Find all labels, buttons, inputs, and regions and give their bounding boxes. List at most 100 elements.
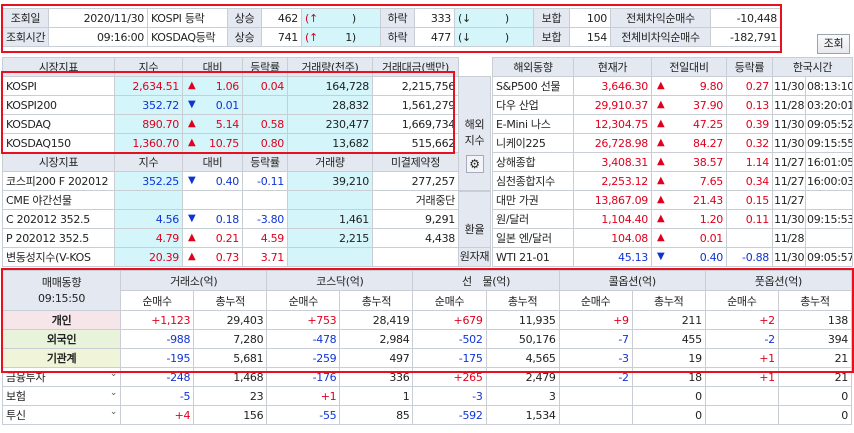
overseas-index-tab[interactable]: 해외지수 ⚙ bbox=[458, 76, 491, 191]
chevron-down-icon[interactable]: ⌄ bbox=[110, 388, 118, 398]
up-triangle-icon: ▲ bbox=[188, 79, 196, 91]
up-triangle-icon: ▲ bbox=[657, 136, 665, 148]
market-row[interactable]: CME 야간선물 거래중단 bbox=[2, 190, 459, 210]
trend-row[interactable]: 투신 ⌄ +4 156 -55 85 -592 1,534 0 0 bbox=[1, 405, 853, 425]
overseas-change: ▲ 1.20 bbox=[651, 209, 727, 229]
market-amount: 2,215,756 bbox=[372, 76, 459, 96]
gear-icon[interactable]: ⚙ bbox=[465, 155, 484, 173]
overseas-row[interactable]: E-Mini 나스 12,304.75 ▲ 47.25 0.39 11/30 09:05:5… bbox=[492, 114, 853, 134]
overseas-change: ▼ 0.40 bbox=[651, 247, 727, 267]
change-value: 0.73 bbox=[215, 250, 240, 264]
overseas-date: 11/30 bbox=[772, 76, 806, 96]
overseas-change: ▲ 37.90 bbox=[651, 95, 727, 115]
market-amount: 9,291 bbox=[372, 209, 459, 229]
trend-row[interactable]: 기관계 -195 5,681 -259 497 -175 4,565 -3 19 +1 21 bbox=[1, 348, 853, 368]
overseas-header-0: 해외동향 bbox=[492, 57, 574, 77]
net-buy-value: -259 bbox=[266, 348, 341, 368]
overseas-time: 16:00:03 bbox=[805, 171, 853, 191]
non-arbitrage-label: 전체비차익순매수 bbox=[610, 27, 711, 47]
market-rate: 0.80 bbox=[242, 133, 288, 153]
close-paren: ) bbox=[351, 30, 356, 44]
overseas-change: ▲ 21.43 bbox=[651, 190, 727, 210]
net-buy-header: 순매수 bbox=[412, 290, 487, 311]
market-row[interactable]: C 202012 352.5 4.56 ▼ 0.18 -3.80 1,461 9,291 bbox=[2, 209, 459, 229]
overseas-row[interactable]: 심천종합지수 2,253.12 ▲ 7.65 0.34 11/27 16:00:03 bbox=[492, 171, 853, 191]
overseas-row[interactable]: S&P500 선물 3,646.30 ▲ 9.80 0.27 11/30 08:13:10 bbox=[492, 76, 853, 96]
overseas-name: WTI 21-01 bbox=[492, 247, 574, 267]
overseas-date: 11/28 bbox=[772, 95, 806, 115]
up-triangle-icon: ▲ bbox=[657, 98, 665, 110]
kosdaq-up-count: 741 bbox=[261, 27, 302, 47]
chevron-down-icon[interactable]: ⌄ bbox=[110, 369, 118, 379]
market-row[interactable]: KOSPI 2,634.51 ▲ 1.06 0.04 164,728 2,215,756 bbox=[2, 76, 459, 96]
overseas-date: 11/30 bbox=[772, 114, 806, 134]
market-name: KOSDAQ bbox=[2, 114, 115, 134]
up-label: 상승 bbox=[227, 8, 262, 28]
net-buy-value: +1 bbox=[704, 348, 779, 368]
trend-title-cell: 매매동향 09:15:50 bbox=[1, 270, 122, 311]
trend-row[interactable]: 개인 +1,123 29,403 +753 28,419 +679 11,935 +9 211 +… bbox=[1, 310, 853, 330]
overseas-row[interactable]: 일본 엔/달러 104.08 ▲ 0.01 11/28 bbox=[492, 228, 853, 248]
market-row[interactable]: KOSDAQ150 1,360.70 ▲ 10.75 0.80 13,682 515,662 bbox=[2, 133, 459, 153]
group-futures: 선 물(억) bbox=[412, 270, 560, 291]
overseas-price: 3,408.31 bbox=[573, 152, 652, 172]
cumulative-value: 156 bbox=[193, 405, 268, 425]
market-rate: -3.80 bbox=[242, 209, 288, 229]
up-triangle-icon: ▲ bbox=[657, 193, 665, 205]
trend-row[interactable]: 외국인 -988 7,280 -478 2,984 -502 50,176 -7 455 -2 39… bbox=[1, 329, 853, 349]
market-index: 4.79 bbox=[114, 228, 183, 248]
time-value[interactable]: 09:16:00 bbox=[48, 27, 148, 47]
market-row[interactable]: KOSPI200 352.72 ▼ 0.01 28,832 1,561,279 bbox=[2, 95, 459, 115]
overseas-rate: 0.15 bbox=[726, 190, 773, 210]
overseas-rate: 0.27 bbox=[726, 76, 773, 96]
cumulative-value: 85 bbox=[339, 405, 414, 425]
kospi-down-count: 333 bbox=[414, 8, 455, 28]
market-row[interactable]: 변동성지수(V-KOS 20.39 ▲ 0.73 3.71 bbox=[2, 247, 459, 267]
flat-label: 보합 bbox=[533, 8, 570, 28]
query-button[interactable]: 조회 bbox=[817, 34, 850, 54]
kosdaq-upper-val: 1 bbox=[345, 30, 352, 44]
change-value: 21.43 bbox=[693, 193, 723, 207]
cumulative-value: 23 bbox=[193, 386, 268, 406]
market-volume: 28,832 bbox=[287, 95, 373, 115]
raw-material-tab[interactable]: 원자재 bbox=[458, 247, 491, 267]
market-header-2: 대비 bbox=[182, 57, 243, 77]
market-index: 4.56 bbox=[114, 209, 183, 229]
overseas-price: 45.13 bbox=[573, 247, 652, 267]
net-buy-value: -3 bbox=[558, 348, 633, 368]
net-buy-header: 순매수 bbox=[266, 290, 341, 311]
cumulative-value: 138 bbox=[777, 310, 853, 330]
market-row[interactable]: P 202012 352.5 4.79 ▲ 0.21 4.59 2,215 4,438 bbox=[2, 228, 459, 248]
market-row[interactable]: 코스피200 F 202012 352.25 ▼ 0.40 -0.11 39,210 277… bbox=[2, 171, 459, 191]
market-header-3: 등락률 bbox=[242, 57, 288, 77]
market-row[interactable]: KOSDAQ 890.70 ▲ 5.14 0.58 230,477 1,669,734 bbox=[2, 114, 459, 134]
trend-row[interactable]: 보험 ⌄ -5 23 +1 1 -3 3 0 0 bbox=[1, 386, 853, 406]
time-label: 조회시간 bbox=[2, 27, 49, 47]
market-rate: 0.04 bbox=[242, 76, 288, 96]
up-triangle-icon: ▲ bbox=[188, 231, 196, 243]
cumulative-value: 29,403 bbox=[193, 310, 268, 330]
market-header-4: 거래량(천주) bbox=[287, 57, 373, 77]
market-amount: 1,669,734 bbox=[372, 114, 459, 134]
net-buy-value: -7 bbox=[558, 329, 633, 349]
overseas-row[interactable]: 대만 가권 13,867.09 ▲ 21.43 0.15 11/27 bbox=[492, 190, 853, 210]
market-change: ▲ 5.14 bbox=[182, 114, 243, 134]
kospi-up-count: 462 bbox=[261, 8, 302, 28]
overseas-rate: 0.32 bbox=[726, 133, 773, 153]
overseas-row[interactable]: 상해종합 3,408.31 ▲ 38.57 1.14 11/27 16:01:05 bbox=[492, 152, 853, 172]
overseas-row[interactable]: 니케이225 26,728.98 ▲ 84.27 0.32 11/30 09:15:55 bbox=[492, 133, 853, 153]
market2-header-5: 미결제약정 bbox=[372, 152, 459, 172]
overseas-row[interactable]: WTI 21-01 45.13 ▼ 0.40 -0.88 11/30 09:05:57 bbox=[492, 247, 853, 267]
market-rate: -0.11 bbox=[242, 171, 288, 191]
net-buy-value: -248 bbox=[120, 367, 195, 387]
date-value[interactable]: 2020/11/30 bbox=[48, 8, 148, 28]
overseas-row[interactable]: 원/달러 1,104.40 ▲ 1.20 0.11 11/30 09:15:53 bbox=[492, 209, 853, 229]
market2-header-2: 대비 bbox=[182, 152, 243, 172]
overseas-rate: 1.14 bbox=[726, 152, 773, 172]
down-triangle-icon: ▼ bbox=[657, 250, 665, 262]
down-triangle-icon: ▼ bbox=[188, 174, 196, 186]
overseas-row[interactable]: 다우 산업 29,910.37 ▲ 37.90 0.13 11/28 03:20:01 bbox=[492, 95, 853, 115]
trend-row[interactable]: 금융투자 ⌄ -248 1,468 -176 336 +265 2,479 -2 18 +1 21 bbox=[1, 367, 853, 387]
cumulative-value: 2,479 bbox=[485, 367, 560, 387]
chevron-down-icon[interactable]: ⌄ bbox=[110, 407, 118, 417]
